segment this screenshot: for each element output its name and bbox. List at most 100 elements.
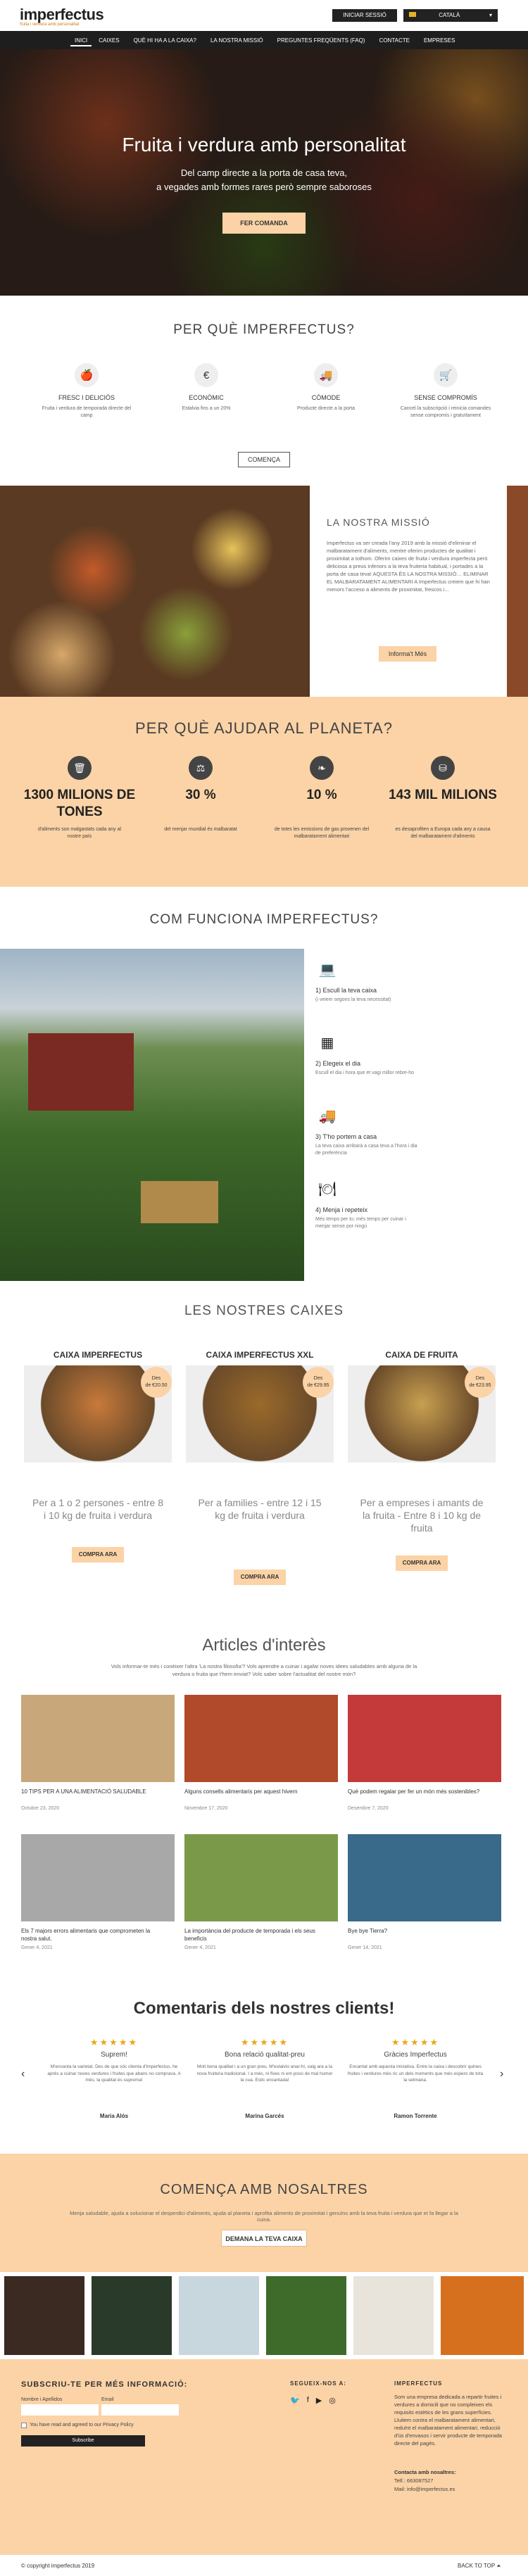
youtube-icon[interactable]: ▶	[316, 2396, 322, 2405]
contact-title: Contacta amb nosaltres:	[394, 2469, 456, 2475]
hero-order-button[interactable]: FER COMANDA	[222, 213, 306, 234]
nav-item-faq[interactable]: PREGUNTES FREQÜENTS (FAQ)	[270, 31, 372, 49]
instagram-icon[interactable]: ◎	[329, 2396, 336, 2405]
boxes-section: LES NOSTRES CAIXES CAIXA IMPERFECTUS Des d…	[0, 1281, 528, 1626]
article-date: Octubre 23, 2020	[21, 1806, 60, 1811]
instagram-photo[interactable]	[92, 2276, 172, 2355]
hero-subtitle-2: a vegades amb formes rares però sempre s…	[156, 182, 372, 192]
planet-stat-text: d'aliments son malgastats cada any al no…	[37, 827, 122, 839]
nav-item-contacte[interactable]: CONTACTE	[372, 31, 417, 49]
box-title: CAIXA DE FRUITA	[385, 1350, 458, 1360]
chevron-down-icon: ▾	[489, 12, 492, 18]
article-image[interactable]	[184, 1695, 338, 1782]
instagram-photo[interactable]	[266, 2276, 346, 2355]
start-text: Menja saludable, ajuda a solucionar el d…	[70, 2210, 458, 2223]
trash-icon: 🗑	[68, 756, 92, 780]
reviews-title: Comentaris dels nostres clients!	[133, 1999, 395, 2018]
truck-icon: 🚚	[314, 363, 338, 387]
buy-now-button[interactable]: COMPRA ARA	[396, 1555, 448, 1571]
article-image[interactable]	[21, 1695, 175, 1782]
prev-arrow-icon[interactable]: ‹	[21, 2068, 25, 2081]
rating-stars-icon: ★★★★★	[89, 2037, 139, 2047]
name-input[interactable]	[21, 2404, 99, 2416]
mission-title: LA NOSTRA MISSIÓ	[327, 517, 430, 528]
logo[interactable]: imperfectus	[20, 6, 104, 24]
price-badge: Des de €20.50	[141, 1367, 172, 1398]
bottom-bar: © copyright imperfectus 2019 BACK TO TOP…	[0, 2555, 528, 2576]
language-label: CATALÀ	[439, 12, 460, 18]
price-badge: Des de €23.95	[465, 1367, 496, 1398]
buy-now-button[interactable]: COMPRA ARA	[72, 1547, 124, 1562]
mission-text: Imperfectus va ser creada l'any 2019 amb…	[327, 540, 490, 593]
articles-section: Articles d'interès Vols informar-te més …	[0, 1626, 528, 1978]
mission-more-button[interactable]: Informa't Més	[379, 646, 436, 662]
planet-section: PER QUÈ AJUDAR AL PLANETA? 🗑 1300 MILIONS…	[0, 697, 528, 887]
copyright: © copyright imperfectus 2019	[21, 2563, 95, 2569]
article-title[interactable]: Què podem regalar per fer un món més sos…	[348, 1788, 489, 1795]
price-badge-line1: Des	[313, 1376, 323, 1381]
back-to-top-label[interactable]: BACK TO TOP	[458, 2563, 495, 2569]
article-title[interactable]: Els 7 majors errors alimentaris que comp…	[21, 1927, 162, 1943]
article-image[interactable]	[21, 1834, 175, 1921]
article-image[interactable]	[348, 1695, 501, 1782]
buy-now-button[interactable]: COMPRA ARA	[234, 1570, 286, 1585]
nav-item-caixes[interactable]: CAIXES	[92, 31, 126, 49]
why-item-text: Cancel·la subscripció i reinicia comande…	[400, 406, 491, 418]
order-box-button[interactable]: DEMANA LA TEVA CAIXA	[221, 2230, 307, 2247]
side-image	[507, 486, 528, 697]
review-title: Suprem!	[101, 2051, 127, 2059]
nav-item-missio[interactable]: LA NOSTRA MISSIÓ	[203, 31, 270, 49]
language-select[interactable]: CATALÀ ▾	[403, 9, 498, 22]
article-title[interactable]: 10 TIPS PER A UNA ALIMENTACIÓ SALUDABLE	[21, 1788, 162, 1795]
article-title[interactable]: Bye bye Tierra?	[348, 1927, 489, 1935]
hero: Fruita i verdura amb personalitat Del ca…	[0, 49, 528, 296]
planet-stat-text: es desaprofiten a Europa cada any a caus…	[395, 827, 491, 839]
article-title[interactable]: Alguns consells alimentaris per aquest h…	[184, 1788, 325, 1795]
how-step-title: 1) Escull la teva caixa	[315, 987, 377, 994]
instagram-photo[interactable]	[441, 2276, 524, 2355]
about-title: IMPERFECTUS	[394, 2380, 443, 2387]
how-step-text: (i veiem segons la teva necessitat)	[315, 997, 391, 1002]
contact-mail[interactable]: Mail: info@imperfectus.es	[394, 2486, 455, 2492]
planet-title: PER QUÈ AJUDAR AL PLANETA?	[135, 719, 393, 737]
back-to-top-link[interactable]: BACK TO TOP ⏶	[458, 2563, 501, 2570]
start-button[interactable]: COMENÇA	[238, 452, 290, 467]
leaf-icon: ❧	[310, 756, 334, 780]
review-text: Encantat amb aquesta iniciativa. Entre l…	[347, 2064, 484, 2083]
apple-icon: 🍎	[75, 363, 99, 387]
next-arrow-icon[interactable]: ›	[500, 2068, 503, 2081]
arrow-up-icon: ⏶	[496, 2563, 501, 2569]
name-label: Nombre i Apellidos	[21, 2397, 63, 2402]
instagram-photo[interactable]	[4, 2276, 84, 2355]
how-step-text: Escull el dia i hora que et vagi millor …	[315, 1071, 415, 1075]
why-item-title: FRESC I DELICIÓS	[58, 394, 115, 401]
nav-item-que-hi-ha[interactable]: QUÈ HI HA A LA CAIXA?	[127, 31, 203, 49]
article-image[interactable]	[184, 1834, 338, 1921]
cart-icon: 🛒	[434, 363, 458, 387]
article-image[interactable]	[348, 1834, 501, 1921]
planet-stat-value: 143 MIL MILIONS	[389, 788, 497, 802]
login-button[interactable]: INICIAR SESSIÓ	[332, 9, 397, 22]
article-title[interactable]: La importància del producte de temporada…	[184, 1927, 325, 1943]
about-text: Som una empresa dedicada a repartir frui…	[394, 2394, 502, 2446]
article-date: Novembre 17, 2020	[184, 1806, 228, 1811]
how-title: COM FUNCIONA IMPERFECTUS?	[149, 912, 379, 927]
planet-stat-text: de totes les emissions de gas provenen d…	[274, 827, 370, 839]
nav-item-empreses[interactable]: EMPRESES	[417, 31, 462, 49]
twitter-icon[interactable]: 🐦	[290, 2396, 300, 2405]
article-date: Gener 14, 2021	[348, 1945, 382, 1950]
review-text: Molt bona qualitat i a un gran preu. M'e…	[196, 2064, 333, 2083]
why-section: PER QUÈ IMPERFECTUS? COMENÇA 🍎 FRESC I DE…	[0, 296, 528, 486]
subscribe-button[interactable]: Subscribe	[21, 2435, 145, 2446]
planet-stat-value: 1300 MILIONS DE TONES	[23, 788, 136, 819]
email-input[interactable]	[101, 2404, 179, 2416]
facebook-icon[interactable]: f	[307, 2396, 309, 2405]
consent-checkbox[interactable]	[21, 2423, 27, 2428]
article-date: Desembre 7, 2020	[348, 1806, 389, 1811]
how-section: COM FUNCIONA IMPERFECTUS? 💻 1) Escull la …	[0, 887, 528, 1281]
instagram-photo[interactable]	[179, 2276, 259, 2355]
article-date: Gener 4, 2021	[21, 1945, 53, 1950]
farm-tractor-image	[0, 949, 304, 1281]
nav-item-inici[interactable]: INICI	[70, 31, 92, 46]
instagram-photo[interactable]	[353, 2276, 434, 2355]
